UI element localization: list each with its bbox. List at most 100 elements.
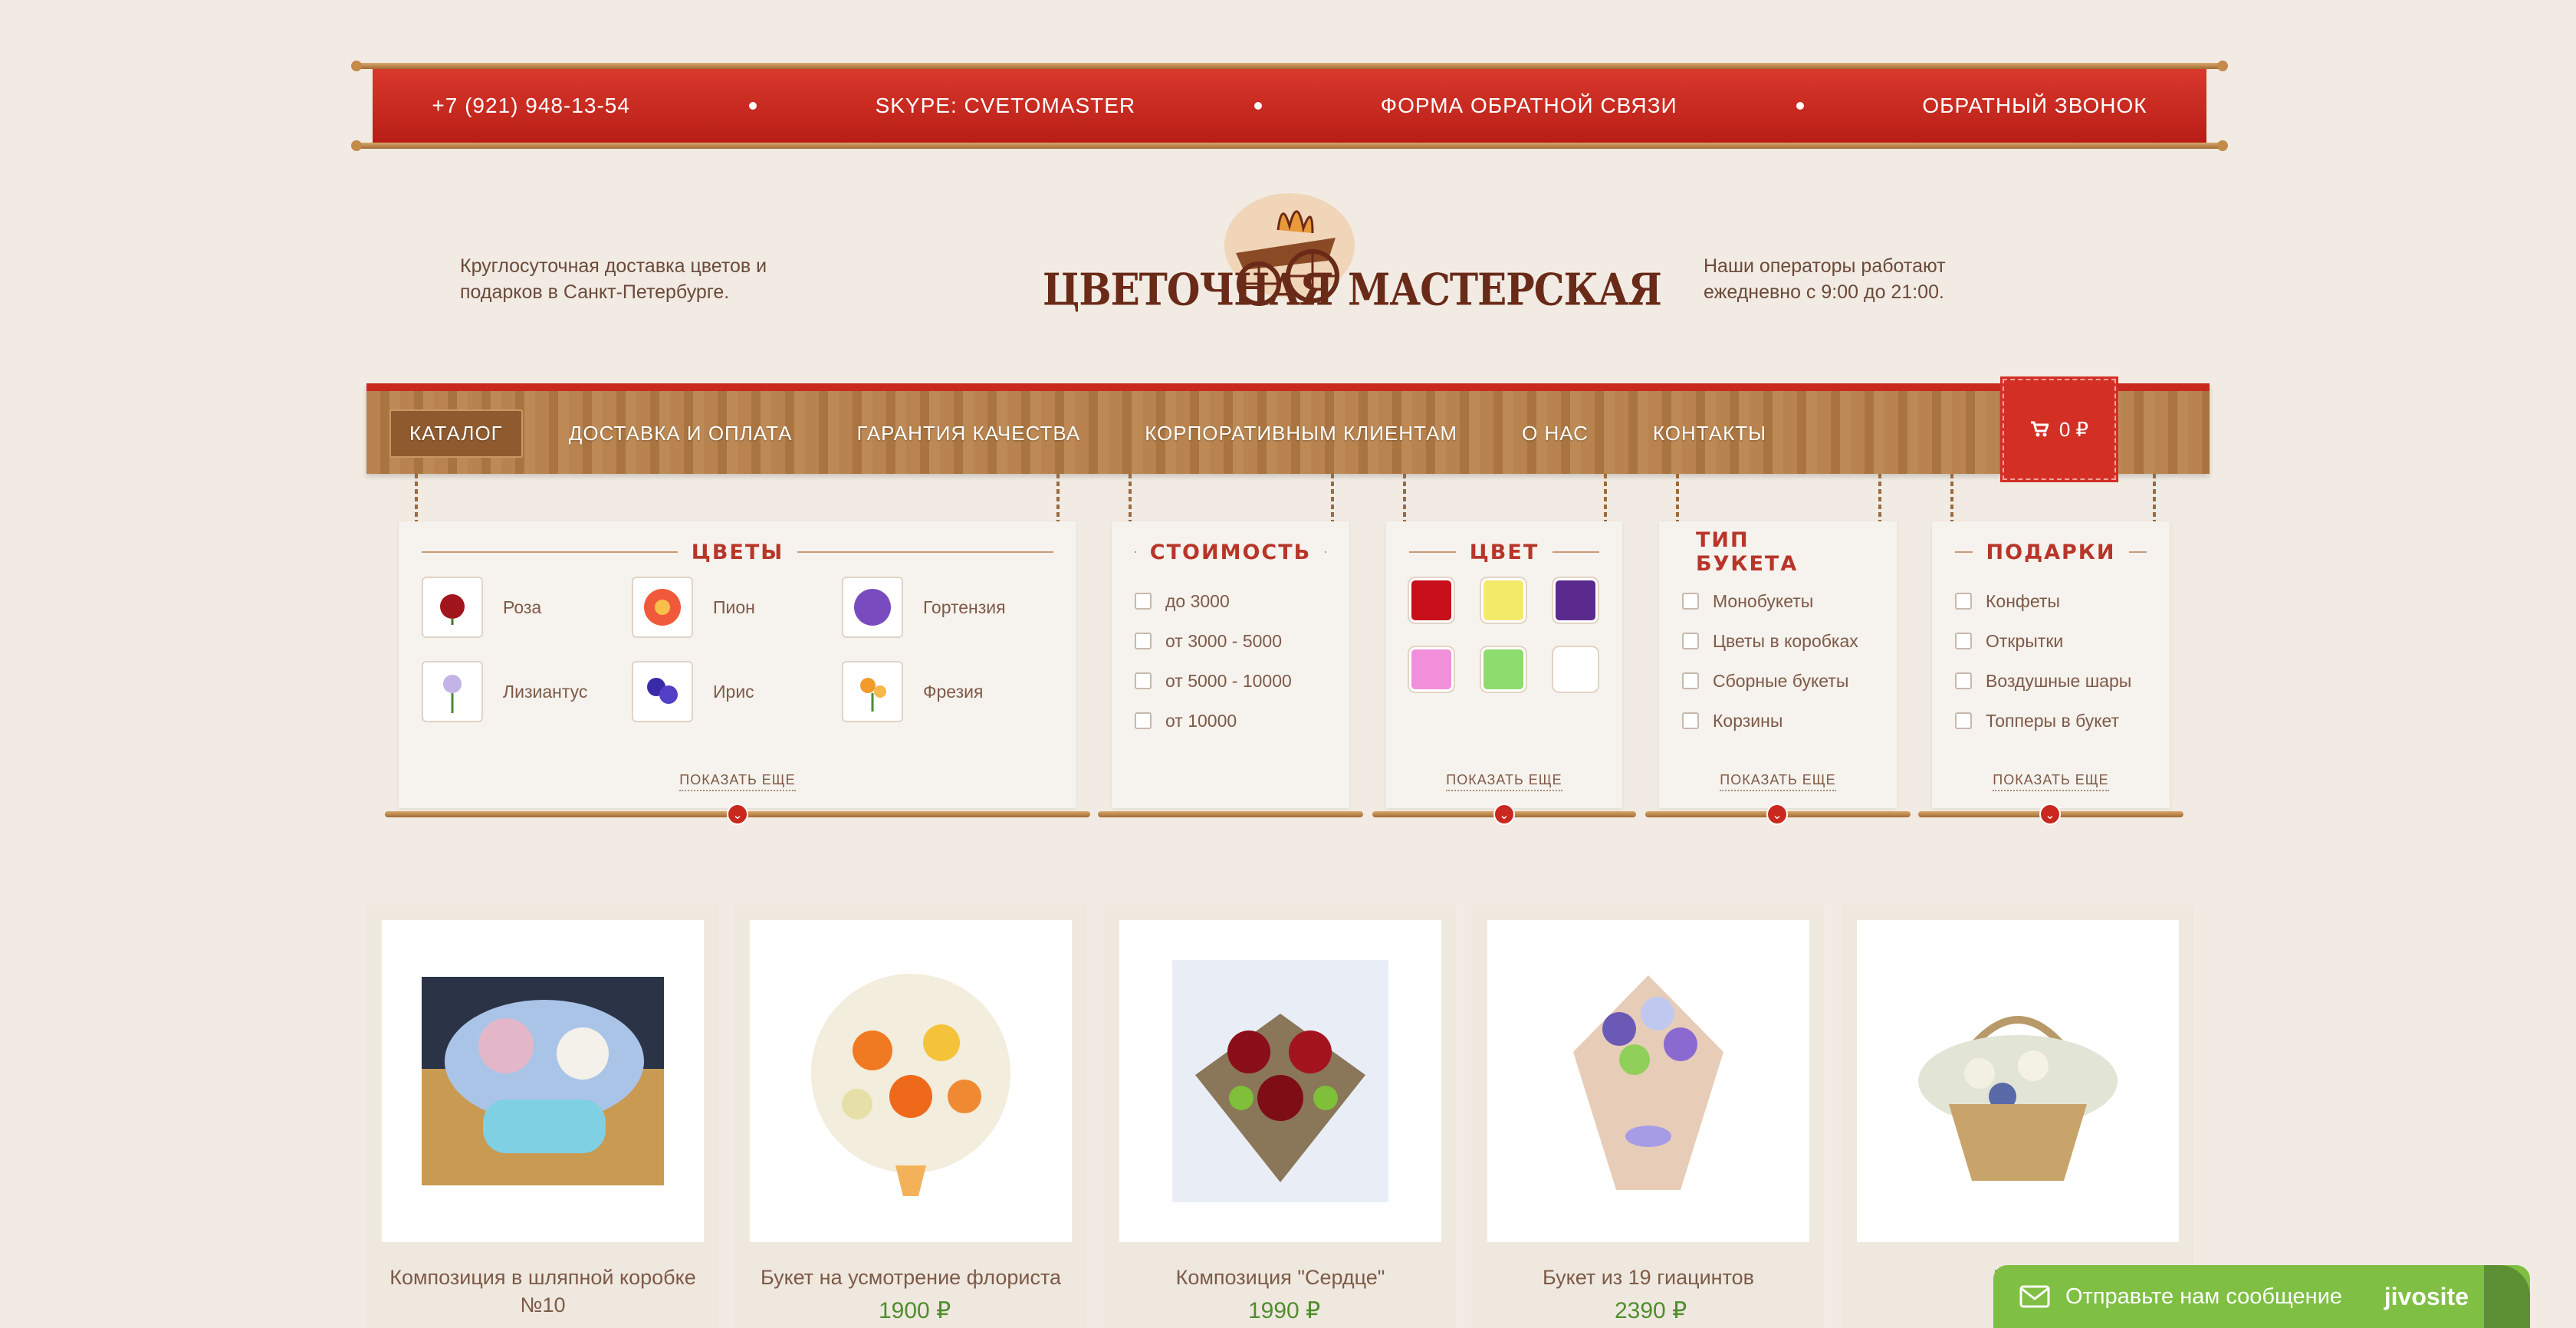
separator-dot xyxy=(748,102,757,110)
panel-rod: ⌄ xyxy=(385,804,1090,825)
chain xyxy=(1129,474,1132,521)
peony-icon xyxy=(632,577,693,638)
nav-quality[interactable]: ГАРАНТИЯ КАЧЕСТВА xyxy=(838,411,1099,456)
gift-option[interactable]: Воздушные шары xyxy=(1955,661,2131,701)
product-card[interactable]: Букет из 19 гиацинтов xyxy=(1472,905,1825,1328)
panel-title: СТОИМОСТЬ xyxy=(1149,540,1312,564)
flower-label: Гортензия xyxy=(923,597,1006,617)
checkbox[interactable] xyxy=(1955,672,1972,689)
show-more-link[interactable]: ПОКАЗАТЬ ЕЩЕ xyxy=(679,772,796,791)
gift-option[interactable]: Конфеты xyxy=(1955,581,2131,621)
panel-title: ПОДАРКИ xyxy=(1986,540,2116,564)
panel-rod: ⌄ xyxy=(1372,804,1636,825)
type-option[interactable]: Монобукеты xyxy=(1682,581,1858,621)
product-image[interactable] xyxy=(1487,920,1809,1242)
option-label: Монобукеты xyxy=(1713,590,1814,611)
product-price: 1990 ₽ xyxy=(1248,1298,1321,1323)
color-swatch[interactable] xyxy=(1481,578,1526,623)
leaf-icon xyxy=(2484,1265,2530,1328)
chat-widget[interactable]: Отправьте нам сообщение jivosite xyxy=(1993,1265,2530,1328)
nav-corporate[interactable]: КОРПОРАТИВНЫМ КЛИЕНТАМ xyxy=(1126,411,1476,456)
chevron-down-icon[interactable]: ⌄ xyxy=(727,804,748,825)
color-filter-panel: ЦВЕТ ПОКАЗАТЬ ЕЩЕ xyxy=(1386,521,1622,808)
color-swatch[interactable] xyxy=(1481,647,1526,692)
nav-delivery[interactable]: ДОСТАВКА И ОПЛАТА xyxy=(550,411,811,456)
callback-link[interactable]: ОБРАТНЫЙ ЗВОНОК xyxy=(1922,94,2147,118)
flower-peony[interactable]: Пион xyxy=(632,577,842,638)
flower-freesia[interactable]: Фрезия xyxy=(842,661,1052,722)
chevron-down-icon[interactable]: ⌄ xyxy=(1766,804,1788,825)
product-card[interactable]: Композиция в шляпной коробке №10 xyxy=(366,905,719,1328)
product-image[interactable] xyxy=(750,920,1072,1242)
checkbox[interactable] xyxy=(1955,633,1972,649)
mail-icon xyxy=(2019,1285,2050,1308)
flower-rose[interactable]: Роза xyxy=(422,577,632,638)
option-label: Открытки xyxy=(1986,630,2064,651)
panel-rod: ⌄ xyxy=(1645,804,1911,825)
nav-catalog[interactable]: КАТАЛОГ xyxy=(389,409,523,458)
checkbox[interactable] xyxy=(1682,593,1699,610)
color-swatch[interactable] xyxy=(1553,647,1598,692)
chain xyxy=(1056,474,1060,521)
checkbox[interactable] xyxy=(1955,712,1972,729)
iris-icon xyxy=(632,661,693,722)
chevron-down-icon[interactable]: ⌄ xyxy=(2039,804,2061,825)
price-option[interactable]: от 10000 xyxy=(1135,701,1292,741)
phone-link[interactable]: +7 (921) 948-13-54 xyxy=(432,94,630,118)
price-option[interactable]: от 3000 - 5000 xyxy=(1135,621,1292,661)
chevron-down-icon[interactable]: ⌄ xyxy=(1493,804,1515,825)
show-more-link[interactable]: ПОКАЗАТЬ ЕЩЕ xyxy=(1720,772,1836,791)
chain xyxy=(1403,474,1406,521)
checkbox[interactable] xyxy=(1682,672,1699,689)
checkbox[interactable] xyxy=(1135,593,1152,610)
type-option[interactable]: Цветы в коробках xyxy=(1682,621,1858,661)
show-more-link[interactable]: ПОКАЗАТЬ ЕЩЕ xyxy=(1993,772,2109,791)
checkbox[interactable] xyxy=(1682,633,1699,649)
flower-label: Ирис xyxy=(713,681,754,702)
product-price: 1900 ₽ xyxy=(879,1298,951,1323)
checkbox[interactable] xyxy=(1135,633,1152,649)
gift-option[interactable]: Открытки xyxy=(1955,621,2131,661)
product-name[interactable]: Композиция "Сердце" xyxy=(1112,1264,1449,1291)
checkbox[interactable] xyxy=(1135,672,1152,689)
checkbox[interactable] xyxy=(1682,712,1699,729)
type-option[interactable]: Сборные букеты xyxy=(1682,661,1858,701)
checkbox[interactable] xyxy=(1955,593,1972,610)
product-price: 2390 ₽ xyxy=(1615,1298,1687,1323)
product-name[interactable]: Букет из 19 гиацинтов xyxy=(1480,1264,1817,1291)
price-option[interactable]: до 3000 xyxy=(1135,581,1292,621)
color-swatch[interactable] xyxy=(1553,578,1598,623)
price-option[interactable]: от 5000 - 10000 xyxy=(1135,661,1292,701)
product-name[interactable]: Букет на усмотрение флориста xyxy=(742,1264,1079,1291)
chain xyxy=(1950,474,1953,521)
skype-link[interactable]: SKYPE: CVETOMASTER xyxy=(876,94,1136,118)
option-label: Корзины xyxy=(1713,710,1783,731)
working-hours-text: Наши операторы работают ежедневно с 9:00… xyxy=(1704,255,1946,303)
checkbox[interactable] xyxy=(1135,712,1152,729)
product-image[interactable] xyxy=(1857,920,2179,1242)
product-image[interactable] xyxy=(382,920,704,1242)
gift-option[interactable]: Топперы в букет xyxy=(1955,701,2131,741)
color-swatch[interactable] xyxy=(1409,647,1454,692)
product-card[interactable]: Композиция "Сердце" xyxy=(1104,905,1457,1328)
color-swatch[interactable] xyxy=(1409,578,1454,623)
nav-about[interactable]: О НАС xyxy=(1503,411,1607,456)
flower-hydrangea[interactable]: Гортензия xyxy=(842,577,1052,638)
product-name[interactable]: Композиция в шляпной коробке №10 xyxy=(374,1264,711,1319)
contact-band: +7 (921) 948-13-54 SKYPE: CVETOMASTER ФО… xyxy=(373,69,2206,143)
flower-lisianthus[interactable]: Лизиантус xyxy=(422,661,632,722)
site-logo[interactable]: ЦВЕТОЧНАЯ МАСТЕРСКАЯ xyxy=(1035,184,1662,330)
main-nav: КАТАЛОГ ДОСТАВКА И ОПЛАТА ГАРАНТИЯ КАЧЕС… xyxy=(366,383,2210,474)
product-image[interactable] xyxy=(1119,920,1441,1242)
type-option[interactable]: Корзины xyxy=(1682,701,1858,741)
ribbon-rod-bottom xyxy=(351,140,2228,151)
nav-contacts[interactable]: КОНТАКТЫ xyxy=(1635,411,1785,456)
show-more-link[interactable]: ПОКАЗАТЬ ЕЩЕ xyxy=(1446,772,1562,791)
freesia-icon xyxy=(842,661,903,722)
option-label: Воздушные шары xyxy=(1986,670,2132,691)
feedback-form-link[interactable]: ФОРМА ОБРАТНОЙ СВЯЗИ xyxy=(1381,94,1677,118)
product-card[interactable]: Букет на усмотрение флориста xyxy=(734,905,1087,1328)
cart-button[interactable]: 0 ₽ xyxy=(2000,376,2118,482)
flower-iris[interactable]: Ирис xyxy=(632,661,842,722)
lisianthus-icon xyxy=(422,661,483,722)
